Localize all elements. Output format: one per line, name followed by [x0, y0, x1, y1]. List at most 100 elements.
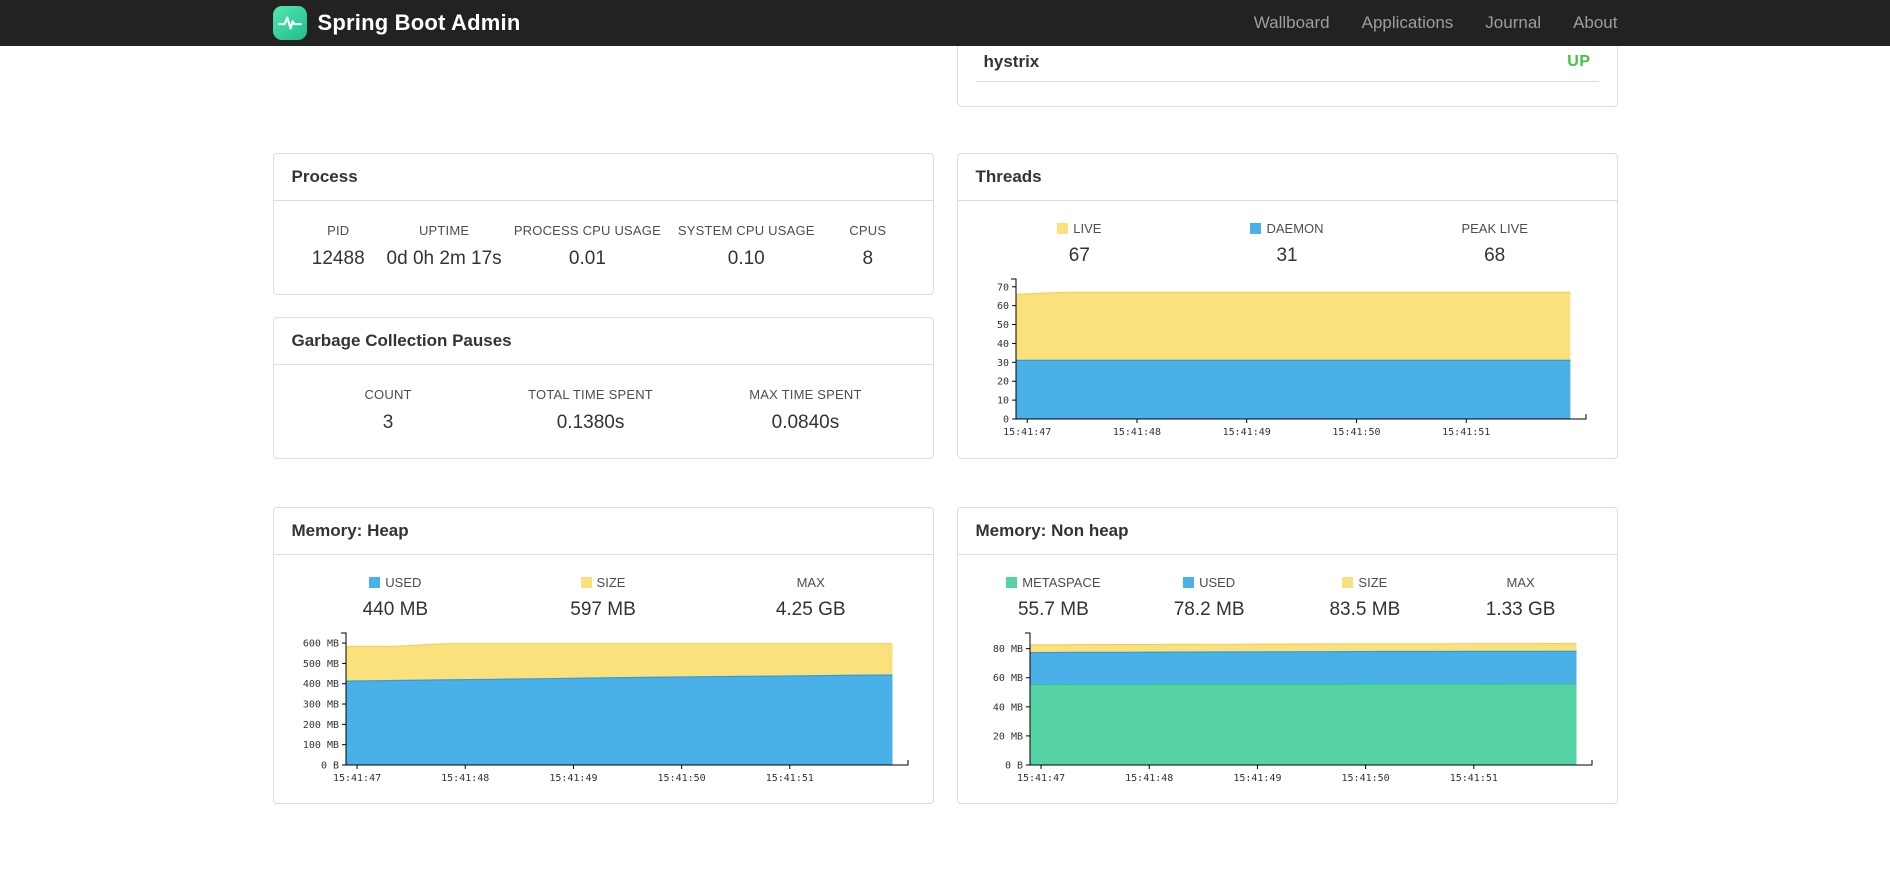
top-navbar: Spring Boot Admin Wallboard Applications…: [0, 0, 1890, 46]
main-nav: Wallboard Applications Journal About: [1254, 13, 1618, 33]
legend-item-size: SIZE 597 MB: [499, 575, 707, 621]
size-swatch-icon: [580, 577, 592, 588]
legend-value: 68: [1484, 245, 1506, 266]
nav-item-wallboard[interactable]: Wallboard: [1254, 13, 1330, 33]
gc-panel: Garbage Collection Pauses COUNT 3 TOTAL …: [272, 317, 934, 459]
svg-text:30: 30: [997, 358, 1009, 369]
nav-item-journal[interactable]: Journal: [1485, 13, 1541, 33]
svg-text:15:41:50: 15:41:50: [1332, 427, 1380, 438]
size-swatch-icon: [1342, 577, 1354, 588]
metric-label: PID: [327, 223, 350, 238]
memory-nonheap-panel: Memory: Non heap METASPACE 55.7 MB USED …: [956, 507, 1618, 804]
svg-text:0 B: 0 B: [321, 761, 339, 772]
metric-uptime: UPTIME 0d 0h 2m 17s: [385, 223, 503, 270]
legend-value: 55.7 MB: [1017, 599, 1089, 620]
health-row-hystrix: hystrix UP: [975, 46, 1599, 82]
metric-label: PROCESS CPU USAGE: [513, 223, 661, 238]
metaspace-swatch-icon: [1006, 577, 1018, 588]
legend-label: PEAK LIVE: [1461, 221, 1528, 236]
process-metrics: PID 12488 UPTIME 0d 0h 2m 17s PROCESS CP…: [274, 201, 933, 294]
svg-text:500 MB: 500 MB: [303, 659, 339, 670]
svg-text:15:41:49: 15:41:49: [1223, 427, 1271, 438]
legend-label: USED: [1199, 575, 1236, 590]
metric-label: COUNT: [364, 387, 412, 402]
legend-label: SIZE: [1358, 575, 1388, 590]
svg-text:15:41:48: 15:41:48: [441, 773, 489, 784]
legend-item-used: USED 440 MB: [292, 575, 500, 621]
legend-value: 67: [1068, 245, 1090, 266]
metric-value: 3: [382, 412, 394, 433]
legend-value: 597 MB: [570, 599, 636, 620]
process-panel-title: Process: [273, 154, 933, 201]
brand-link[interactable]: Spring Boot Admin: [272, 6, 521, 40]
gc-panel-title: Garbage Collection Pauses: [273, 318, 933, 365]
threads-chart: 0 10 20 30 40 50 60 70 15:41:47 15:41:48 15:41:49 1…: [958, 277, 1617, 443]
bottom-whitespace: [273, 804, 1618, 874]
threads-panel-title: Threads: [957, 154, 1617, 201]
legend-label: MAX: [796, 575, 825, 590]
live-swatch-icon: [1057, 223, 1069, 234]
metric-label: TOTAL TIME SPENT: [528, 387, 653, 402]
svg-text:80 MB: 80 MB: [993, 644, 1023, 655]
legend-item-used: USED 78.2 MB: [1131, 575, 1287, 621]
metric-value: 0.01: [568, 248, 606, 269]
nonheap-legend: METASPACE 55.7 MB USED 78.2 MB SIZE 83.5…: [958, 555, 1617, 621]
metric-gc-total-time: TOTAL TIME SPENT 0.1380s: [485, 387, 697, 434]
metric-value: 8: [862, 248, 874, 269]
process-panel: Process PID 12488 UPTIME 0d 0h 2m 17s PR…: [272, 153, 934, 295]
svg-text:20 MB: 20 MB: [993, 731, 1023, 742]
svg-text:0 B: 0 B: [1005, 761, 1023, 772]
svg-text:15:41:47: 15:41:47: [1017, 773, 1065, 784]
legend-value: 440 MB: [362, 599, 429, 620]
metric-pid: PID 12488: [292, 223, 385, 270]
svg-text:100 MB: 100 MB: [303, 740, 339, 751]
legend-value: 4.25 GB: [775, 599, 846, 620]
legend-item-size: SIZE 83.5 MB: [1287, 575, 1443, 621]
memory-heap-title: Memory: Heap: [273, 508, 933, 555]
svg-text:600 MB: 600 MB: [303, 639, 339, 650]
health-item-name: hystrix: [983, 52, 1040, 71]
left-column: Process PID 12488 UPTIME 0d 0h 2m 17s PR…: [272, 153, 934, 459]
main-content: hystrix UP Process PID 12488 UPTIME 0d 0…: [272, 46, 1618, 874]
memory-nonheap-title: Memory: Non heap: [957, 508, 1617, 555]
svg-text:15:41:51: 15:41:51: [1450, 773, 1498, 784]
spring-boot-admin-logo-icon: [272, 6, 307, 40]
memory-heap-chart: 0 B 100 MB 200 MB 300 MB 400 MB 500 MB 600 MB 1…: [274, 631, 933, 789]
svg-text:400 MB: 400 MB: [303, 679, 339, 690]
svg-text:15:41:49: 15:41:49: [549, 773, 597, 784]
top-row: hystrix UP: [273, 46, 1618, 107]
metric-label: CPUS: [849, 223, 887, 238]
svg-text:15:41:50: 15:41:50: [1342, 773, 1390, 784]
used-swatch-icon: [1183, 577, 1195, 588]
legend-item-metaspace: METASPACE 55.7 MB: [976, 575, 1132, 621]
health-panel: hystrix UP: [956, 46, 1618, 107]
svg-text:50: 50: [997, 320, 1009, 331]
metric-cpus: CPUS 8: [821, 223, 914, 270]
svg-text:40 MB: 40 MB: [993, 702, 1023, 713]
gc-metrics: COUNT 3 TOTAL TIME SPENT 0.1380s MAX TIM…: [274, 365, 933, 458]
svg-text:15:41:51: 15:41:51: [1442, 427, 1490, 438]
svg-text:200 MB: 200 MB: [303, 720, 339, 731]
nav-item-applications[interactable]: Applications: [1362, 13, 1454, 33]
legend-item-peak-live: PEAK LIVE 68: [1391, 221, 1599, 267]
svg-text:70: 70: [997, 282, 1009, 293]
nav-item-about[interactable]: About: [1573, 13, 1617, 33]
metric-label: UPTIME: [418, 223, 470, 238]
svg-text:10: 10: [997, 396, 1009, 407]
legend-label: METASPACE: [1022, 575, 1101, 590]
svg-text:60 MB: 60 MB: [993, 673, 1023, 684]
metric-value: 12488: [311, 248, 365, 269]
metric-value: 0.1380s: [556, 412, 625, 433]
metrics-row-section: Process PID 12488 UPTIME 0d 0h 2m 17s PR…: [272, 153, 1618, 459]
legend-item-daemon: DAEMON 31: [1183, 221, 1391, 267]
legend-label: DAEMON: [1266, 221, 1324, 236]
threads-panel: Threads LIVE 67 DAEMON 31 PEAK LIVE 68 0…: [956, 153, 1618, 459]
memory-nonheap-chart: 0 B 20 MB 40 MB 60 MB 80 MB 15:41:47 15:41:48 1…: [958, 631, 1617, 789]
svg-text:0: 0: [1003, 415, 1009, 426]
svg-text:15:41:51: 15:41:51: [766, 773, 814, 784]
legend-label: LIVE: [1073, 221, 1102, 236]
svg-text:40: 40: [997, 339, 1009, 350]
metric-gc-max-time: MAX TIME SPENT 0.0840s: [696, 387, 914, 434]
metric-system-cpu-usage: SYSTEM CPU USAGE 0.10: [672, 223, 822, 270]
legend-item-live: LIVE 67: [976, 221, 1184, 267]
